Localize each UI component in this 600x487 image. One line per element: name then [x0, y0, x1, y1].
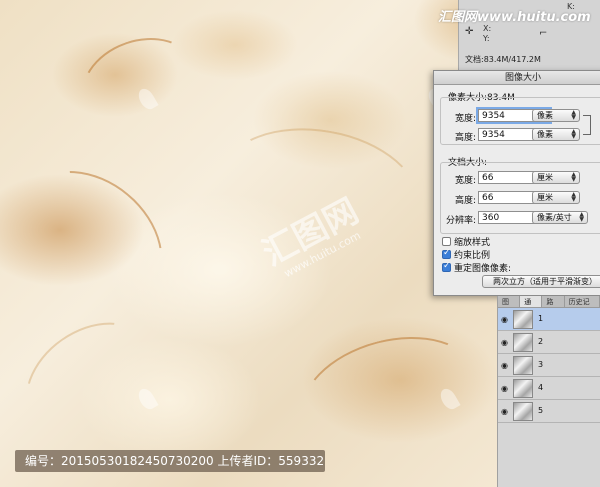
- select-arrows-icon: ▲ ▼: [571, 191, 576, 203]
- channel-row[interactable]: ◉ 3: [498, 354, 600, 377]
- tab-history[interactable]: 历史记录: [565, 296, 600, 318]
- doc-width-label: 宽度:: [454, 176, 476, 186]
- image-caption-bar: 编号：20150530182450730200 上传者ID：559332: [15, 450, 325, 472]
- channel-row[interactable]: ◉ 1: [498, 308, 600, 331]
- eye-icon[interactable]: ◉: [501, 315, 508, 324]
- scale-styles-checkbox[interactable]: [442, 237, 451, 246]
- channel-thumbnail: [513, 310, 533, 329]
- resample-checkbox[interactable]: [442, 261, 451, 272]
- channel-row[interactable]: ◉ 4: [498, 377, 600, 400]
- channel-thumbnail: [513, 402, 533, 421]
- doc-width-unit-select[interactable]: 厘米 ▲ ▼: [532, 171, 580, 184]
- select-arrows-icon: ▲ ▼: [571, 109, 576, 121]
- site-logo: 汇图网www.huitu.com: [438, 10, 591, 25]
- channel-name: 3: [538, 360, 544, 369]
- eye-icon[interactable]: ◉: [501, 361, 508, 370]
- tab-layers[interactable]: 图层: [498, 296, 521, 318]
- resample-checkbox-row[interactable]: 重定图像像素:: [442, 261, 511, 274]
- constrain-proportions-checkbox-row[interactable]: 约束比例: [442, 248, 490, 261]
- tab-channels[interactable]: 通道: [520, 296, 543, 318]
- panel-tabs: 图层 通道 路径 历史记录: [498, 296, 600, 318]
- dialog-title: 图像大小: [434, 71, 600, 85]
- channel-name: 2: [538, 337, 544, 346]
- pixel-height-label: 高度:: [454, 133, 476, 143]
- crosshair-icon: ✛: [465, 26, 474, 37]
- resolution-label: 分辨率:: [445, 216, 476, 226]
- constrain-proportions-label: 约束比例: [454, 251, 491, 261]
- select-arrows-icon: ▲ ▼: [571, 128, 576, 140]
- channel-thumbnail: [513, 379, 533, 398]
- select-arrows-icon: ▲ ▼: [571, 171, 576, 183]
- eye-icon[interactable]: ◉: [501, 384, 508, 393]
- channels-panel: 图层 通道 路径 历史记录 ◉ 1 ◉ 2 ◉ 3 ◉ 4 ◉ 5: [497, 296, 600, 487]
- channel-row[interactable]: ◉ 2: [498, 331, 600, 354]
- channel-row[interactable]: ◉ 5: [498, 400, 600, 423]
- image-size-dialog: 图像大小 像素大小:83.4M 宽度: 像素▲▼ 高度: 像素▲▼ 文档大小: …: [433, 70, 600, 296]
- pixel-height-unit-select[interactable]: 像素 ▲ ▼: [532, 128, 580, 141]
- eye-icon[interactable]: ◉: [501, 407, 508, 416]
- info-y-label: Y:: [483, 34, 490, 43]
- resample-method-select[interactable]: 两次立方（适用于平滑渐变）: [482, 275, 600, 288]
- doc-height-label: 高度:: [454, 196, 476, 206]
- channel-thumbnail: [513, 333, 533, 352]
- pixel-link-chain-icon: [583, 115, 591, 135]
- info-x-label: X:: [483, 24, 492, 33]
- channel-name: 1: [538, 314, 544, 323]
- selection-size-icon: ⌐: [539, 28, 548, 39]
- resample-label: 重定图像像素:: [454, 264, 512, 274]
- channel-thumbnail: [513, 356, 533, 375]
- scale-styles-label: 缩放样式: [454, 238, 491, 248]
- pixel-width-label: 宽度:: [454, 114, 476, 124]
- resolution-unit-select[interactable]: 像素/英寸 ▲ ▼: [532, 211, 588, 224]
- tab-paths[interactable]: 路径: [542, 296, 565, 318]
- watermark-logo-icon: [135, 385, 159, 413]
- pixel-width-unit-select[interactable]: 像素 ▲ ▼: [532, 109, 580, 122]
- marble-image-canvas[interactable]: 汇图网 www.huitu.com: [0, 0, 497, 487]
- channel-name: 4: [538, 383, 544, 392]
- channel-name: 5: [538, 406, 544, 415]
- document-size-readout: 文档:83.4M/417.2M: [465, 55, 541, 64]
- select-arrows-icon: ▲ ▼: [579, 211, 584, 223]
- doc-height-unit-select[interactable]: 厘米 ▲ ▼: [532, 191, 580, 204]
- eye-icon[interactable]: ◉: [501, 338, 508, 347]
- constrain-proportions-checkbox[interactable]: [442, 248, 451, 259]
- scale-styles-checkbox-row[interactable]: 缩放样式: [442, 235, 490, 248]
